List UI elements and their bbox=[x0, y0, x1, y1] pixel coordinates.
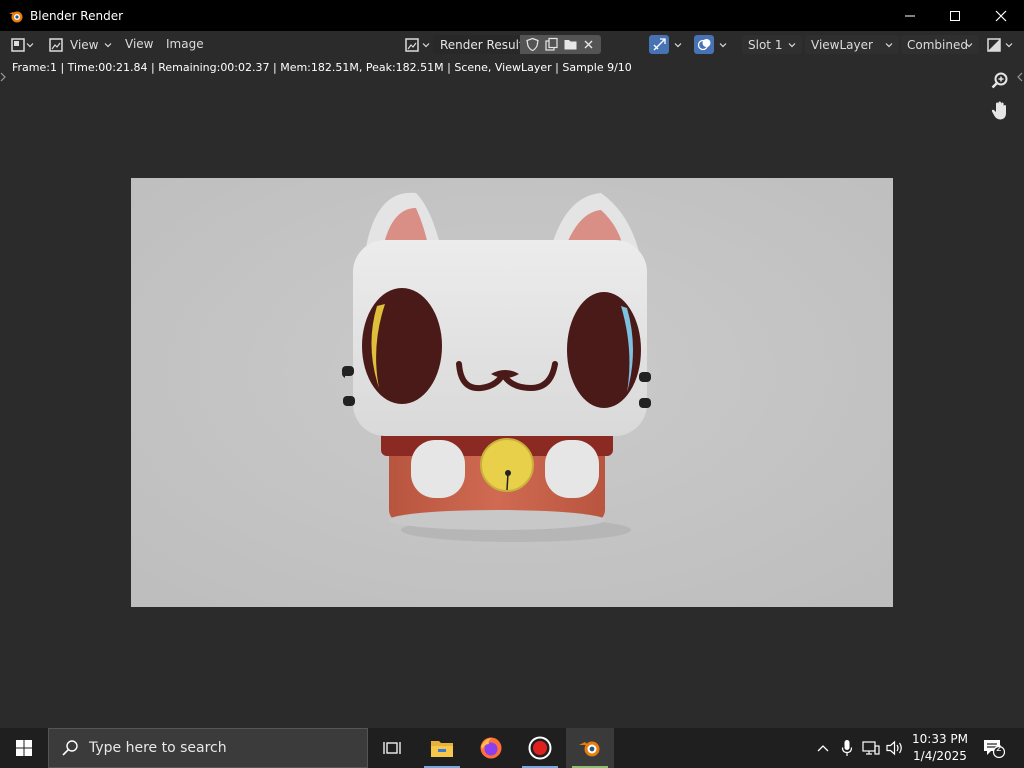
menu-view[interactable]: View bbox=[125, 37, 153, 51]
chevron-down-icon bbox=[1005, 42, 1013, 47]
editor-type-icon bbox=[11, 37, 25, 52]
maximize-icon bbox=[950, 10, 960, 21]
firefox-button[interactable] bbox=[467, 728, 515, 768]
render-result-field[interactable]: Render Result bbox=[433, 35, 601, 54]
network-icon bbox=[862, 741, 880, 755]
microphone-icon bbox=[841, 740, 853, 756]
display-channels-button[interactable] bbox=[986, 35, 1016, 54]
toolbar-expand-icon[interactable] bbox=[0, 72, 6, 82]
notifications-button[interactable]: 2 bbox=[978, 728, 1010, 768]
close-icon bbox=[995, 10, 1007, 21]
windows-start-icon bbox=[16, 740, 32, 756]
minimize-icon bbox=[905, 15, 915, 16]
chevron-up-icon bbox=[817, 745, 829, 752]
chevron-down-icon bbox=[105, 42, 112, 47]
network-tray-button[interactable] bbox=[860, 728, 882, 768]
slot-dropdown[interactable]: Slot 1 bbox=[742, 35, 802, 54]
x-icon[interactable] bbox=[582, 38, 595, 51]
overlay-toggle[interactable] bbox=[694, 35, 714, 54]
view-mode-dropdown[interactable]: View bbox=[48, 35, 114, 54]
hand-icon[interactable] bbox=[990, 100, 1010, 122]
close-button[interactable] bbox=[978, 0, 1024, 31]
sidebar-expand-icon[interactable] bbox=[1017, 72, 1023, 82]
render-status-text: Frame:1 | Time:00:21.84 | Remaining:00:0… bbox=[12, 61, 632, 74]
search-placeholder: Type here to search bbox=[89, 740, 227, 756]
view-mode-label: View bbox=[70, 37, 99, 52]
chevron-down-icon bbox=[788, 43, 796, 48]
windows-taskbar: Type here to search 10:33 PM 1/4/2025 2 bbox=[0, 728, 1024, 768]
recorder-button[interactable] bbox=[516, 728, 564, 768]
render-pass-label: Combined bbox=[907, 37, 968, 52]
render-result-label: Render Result bbox=[440, 38, 524, 52]
gizmo-icon bbox=[653, 38, 666, 51]
chevron-down-icon bbox=[885, 43, 893, 48]
microphone-tray-button[interactable] bbox=[837, 728, 857, 768]
image-icon bbox=[405, 37, 419, 52]
view-layer-label: ViewLayer bbox=[811, 37, 873, 52]
window-title: Blender Render bbox=[30, 8, 124, 23]
display-channels-icon bbox=[987, 37, 1001, 52]
title-bar: Blender Render bbox=[0, 0, 1024, 31]
blender-taskbar-button[interactable] bbox=[566, 728, 614, 768]
cat-render-illustration bbox=[131, 178, 893, 607]
folder-icon[interactable] bbox=[563, 37, 578, 52]
clock-time: 10:33 PM bbox=[912, 732, 968, 746]
copy-icon[interactable] bbox=[544, 37, 559, 52]
task-view-icon bbox=[383, 742, 401, 754]
search-icon bbox=[62, 740, 78, 756]
view-layer-dropdown[interactable]: ViewLayer bbox=[805, 35, 899, 54]
image-browse-button[interactable] bbox=[404, 35, 432, 54]
taskbar-clock[interactable]: 10:33 PM 1/4/2025 bbox=[905, 731, 975, 765]
menu-image[interactable]: Image bbox=[166, 37, 204, 51]
maximize-button[interactable] bbox=[932, 0, 978, 31]
blender-icon bbox=[579, 741, 600, 757]
blender-icon bbox=[9, 11, 23, 22]
task-view-button[interactable] bbox=[368, 728, 416, 768]
zoom-icon[interactable] bbox=[990, 71, 1010, 91]
show-hidden-icons-button[interactable] bbox=[813, 728, 833, 768]
clock-date: 1/4/2025 bbox=[913, 749, 967, 763]
image-actions bbox=[520, 35, 601, 54]
chevron-down-icon[interactable] bbox=[674, 41, 682, 49]
record-icon bbox=[528, 736, 552, 760]
overlay-icon bbox=[697, 39, 710, 51]
volume-icon bbox=[886, 740, 902, 756]
notification-count: 2 bbox=[996, 744, 1002, 754]
render-result-image bbox=[131, 178, 893, 607]
volume-tray-button[interactable] bbox=[884, 728, 906, 768]
slot-label: Slot 1 bbox=[748, 37, 783, 52]
shield-icon[interactable] bbox=[525, 37, 540, 52]
minimize-button[interactable] bbox=[887, 0, 933, 31]
chevron-down-icon[interactable] bbox=[719, 41, 727, 49]
chevron-down-icon bbox=[422, 42, 430, 47]
chevron-down-icon bbox=[26, 42, 34, 47]
firefox-icon bbox=[480, 737, 502, 759]
gizmo-toggle[interactable] bbox=[649, 35, 669, 54]
start-button[interactable] bbox=[0, 728, 48, 768]
file-explorer-button[interactable] bbox=[418, 728, 466, 768]
image-editor-header: View View Image Render Result Slot 1 Vie… bbox=[0, 31, 1024, 57]
file-explorer-icon bbox=[431, 741, 453, 757]
chevron-down-icon bbox=[965, 43, 973, 48]
render-pass-dropdown[interactable]: Combined bbox=[901, 35, 979, 54]
taskbar-search[interactable]: Type here to search bbox=[48, 728, 368, 768]
image-icon bbox=[49, 37, 63, 52]
editor-type-button[interactable] bbox=[10, 35, 40, 54]
